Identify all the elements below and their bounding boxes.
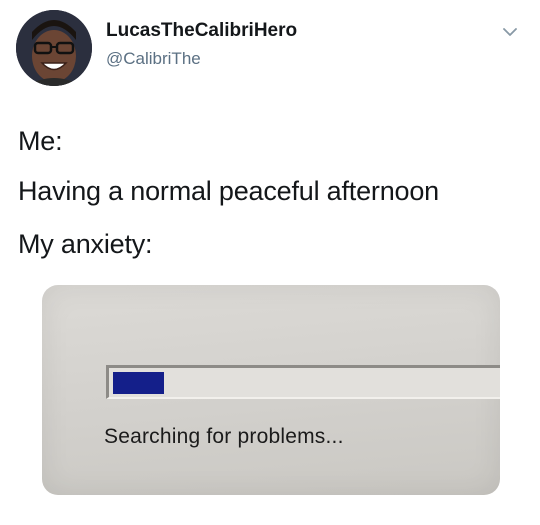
tweet-text-line: Having a normal peaceful afternoon (18, 176, 439, 206)
author-handle[interactable]: @CalibriThe (106, 49, 201, 69)
progress-bar-fill (113, 372, 164, 394)
tweet-text-line: Me: (18, 126, 63, 156)
author-display-name[interactable]: LucasTheCalibriHero (106, 20, 297, 42)
chevron-down-icon[interactable] (500, 22, 520, 42)
progress-status-text: Searching for problems... (104, 425, 344, 448)
tweet: LucasTheCalibriHero @CalibriThe Me: Havi… (0, 0, 540, 525)
avatar-image (16, 10, 92, 86)
tweet-media-image[interactable]: Searching for problems... (42, 285, 500, 495)
tweet-text-line: My anxiety: (18, 229, 153, 259)
avatar[interactable] (16, 10, 92, 86)
progress-bar (106, 365, 500, 399)
